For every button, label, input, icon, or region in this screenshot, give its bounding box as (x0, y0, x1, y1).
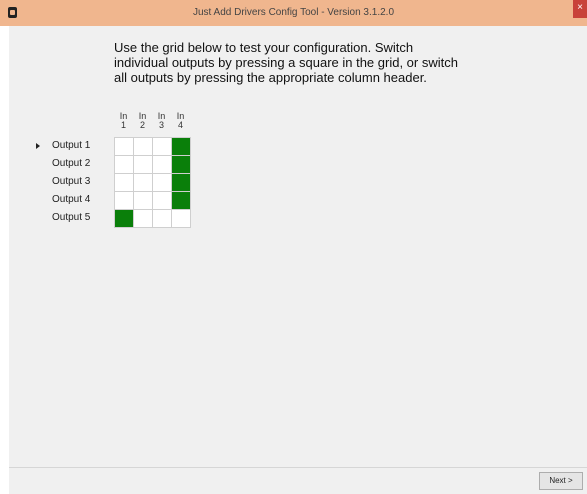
grid-cell-output5-in1[interactable] (115, 210, 134, 228)
grid-cell-output5-in3[interactable] (153, 210, 172, 228)
grid-cell-output3-in4[interactable] (172, 174, 191, 192)
grid-cell-output2-in3[interactable] (153, 156, 172, 174)
grid-row (115, 138, 191, 156)
row-label: Output 2 (52, 158, 91, 169)
grid-cell-output4-in2[interactable] (134, 192, 153, 210)
grid-cell-output1-in2[interactable] (134, 138, 153, 156)
grid-column-headers: In 1 In 2 In 3 In 4 (114, 112, 190, 130)
grid-row (115, 192, 191, 210)
grid-row-labels: Output 1 Output 2 Output 3 Output 4 Output 5 (9, 137, 114, 227)
main-panel: Use the grid below to test your configur… (9, 26, 587, 467)
grid-cell-output1-in3[interactable] (153, 138, 172, 156)
grid-cell-output4-in1[interactable] (115, 192, 134, 210)
grid-cell-output1-in1[interactable] (115, 138, 134, 156)
close-button[interactable]: × (573, 0, 587, 18)
column-header-in-1[interactable]: In 1 (114, 112, 133, 130)
row-header-output-4[interactable]: Output 4 (9, 191, 114, 209)
grid-row (115, 156, 191, 174)
column-header-line2: 4 (177, 120, 183, 130)
row-header-output-3[interactable]: Output 3 (9, 173, 114, 191)
grid-cell-output3-in2[interactable] (134, 174, 153, 192)
grid-cell-output5-in4[interactable] (172, 210, 191, 228)
grid-cell-output1-in4[interactable] (172, 138, 191, 156)
row-header-output-5[interactable]: Output 5 (9, 209, 114, 227)
column-header-line2: 1 (120, 120, 126, 130)
row-header-output-1[interactable]: Output 1 (9, 137, 114, 155)
grid-cell-output3-in1[interactable] (115, 174, 134, 192)
column-header-in-4[interactable]: In 4 (171, 112, 190, 130)
row-header-output-2[interactable]: Output 2 (9, 155, 114, 173)
grid-cell-output2-in2[interactable] (134, 156, 153, 174)
grid-cell-output4-in4[interactable] (172, 192, 191, 210)
grid-cell-output2-in1[interactable] (115, 156, 134, 174)
grid-cell-output5-in2[interactable] (134, 210, 153, 228)
next-button[interactable]: Next > (539, 472, 583, 490)
column-header-in-2[interactable]: In 2 (133, 112, 152, 130)
grid-row (115, 174, 191, 192)
output-grid (114, 137, 191, 228)
grid-row (115, 210, 191, 228)
grid-cell-output2-in4[interactable] (172, 156, 191, 174)
title-bar: Just Add Drivers Config Tool - Version 3… (0, 0, 587, 26)
column-header-line2: 2 (139, 120, 145, 130)
current-row-pointer-icon (36, 143, 40, 149)
row-label: Output 3 (52, 176, 91, 187)
instructions-text: Use the grid below to test your configur… (114, 40, 458, 85)
footer-bar: Next > (9, 468, 587, 494)
row-label: Output 5 (52, 212, 91, 223)
row-label: Output 1 (52, 140, 91, 151)
grid-cell-output3-in3[interactable] (153, 174, 172, 192)
column-header-in-3[interactable]: In 3 (152, 112, 171, 130)
row-label: Output 4 (52, 194, 91, 205)
grid-cell-output4-in3[interactable] (153, 192, 172, 210)
column-header-line2: 3 (158, 120, 164, 130)
window-title: Just Add Drivers Config Tool - Version 3… (192, 7, 395, 18)
